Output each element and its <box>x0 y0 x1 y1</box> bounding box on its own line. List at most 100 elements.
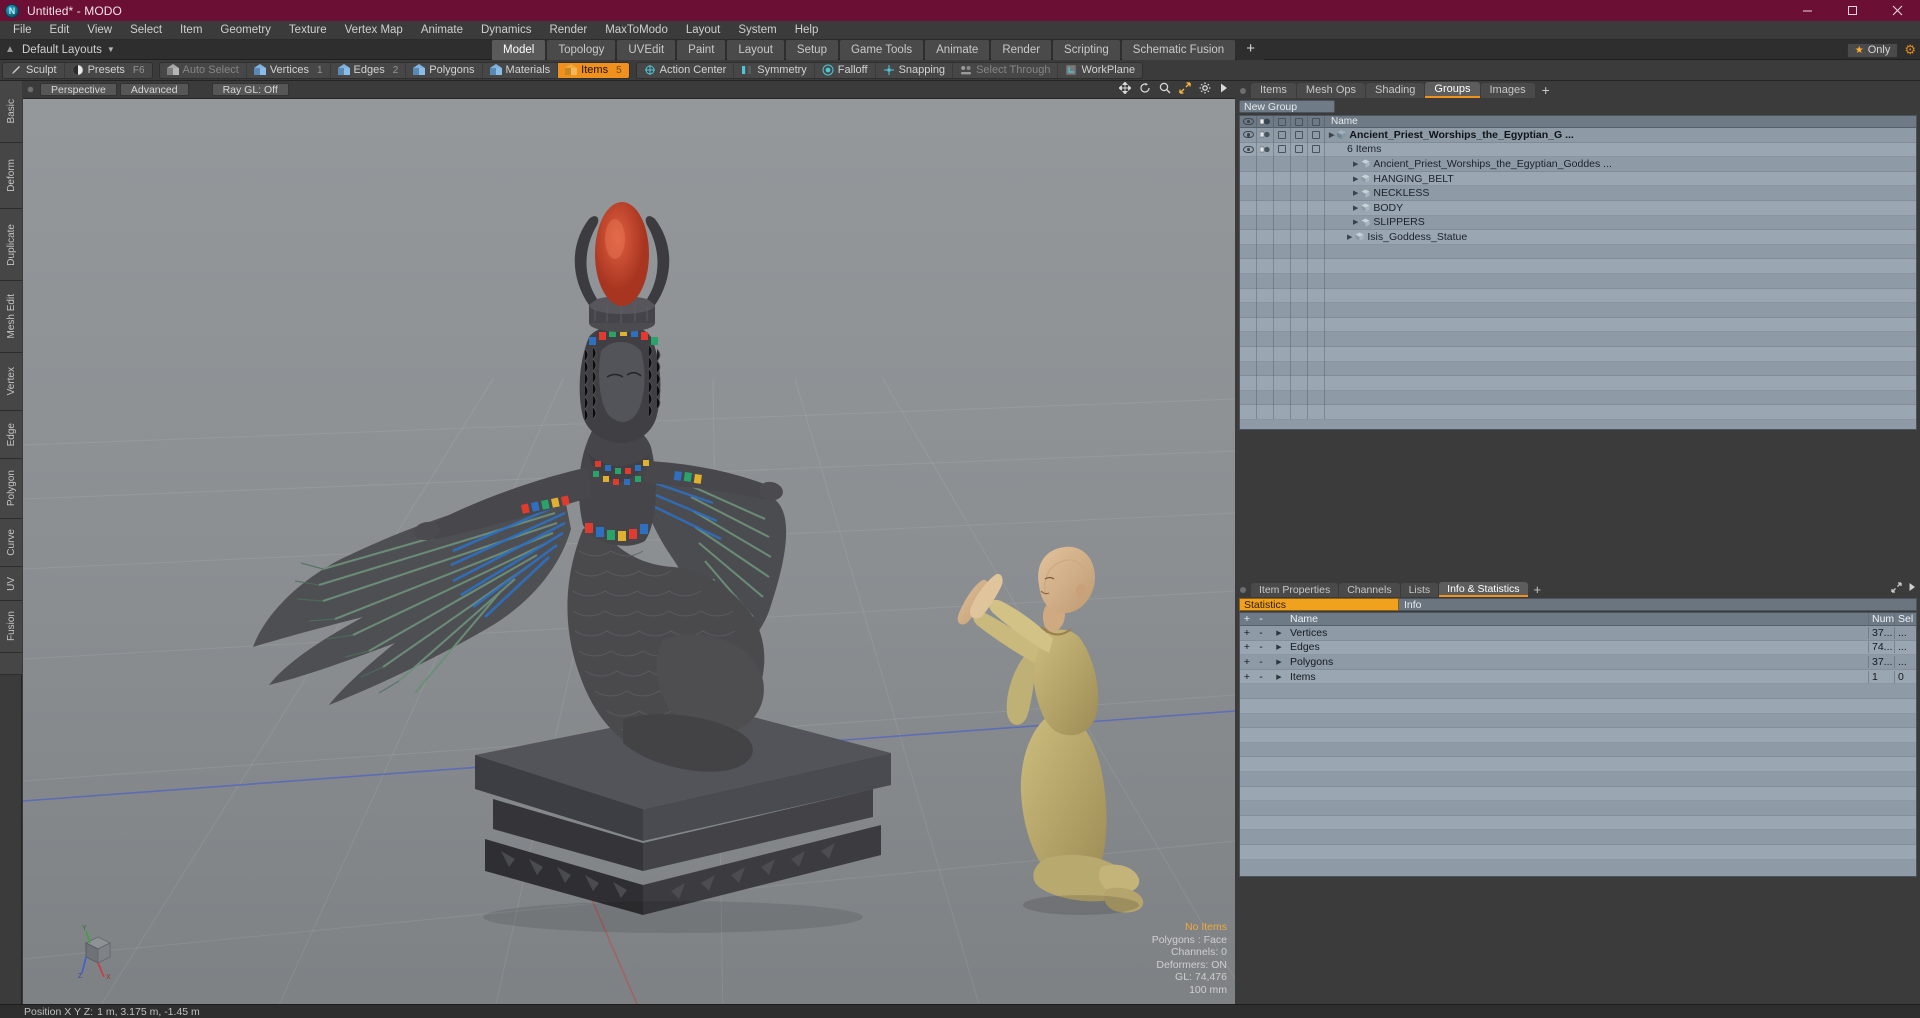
add-tab-button[interactable]: + <box>1237 40 1264 60</box>
row-lock-toggle[interactable] <box>1274 156 1291 172</box>
tab-model[interactable]: Model <box>492 40 546 60</box>
table-row[interactable]: + - ▶ Polygons 37... ... <box>1240 655 1916 670</box>
groups-tree[interactable]: Name ▶ Ancient_Priest_Worships_the_Egypt… <box>1239 115 1917 430</box>
table-row-empty[interactable] <box>1240 390 1916 406</box>
tab-uvedit[interactable]: UVEdit <box>617 40 676 60</box>
gear-icon[interactable] <box>1199 82 1211 97</box>
symmetry-button[interactable]: Symmetry <box>734 62 815 78</box>
viewport-3d[interactable]: Perspective Advanced Ray GL: Off Y X Z N… <box>23 81 1235 1018</box>
sidebar-item-more[interactable] <box>0 653 22 675</box>
tab-lists[interactable]: Lists <box>1400 583 1439 597</box>
row-visibility-toggle[interactable] <box>1240 200 1257 216</box>
expand-icon[interactable] <box>1891 582 1902 596</box>
gear-icon[interactable]: ⚙ <box>1904 42 1916 58</box>
sidebar-item-uv[interactable]: UV <box>0 567 22 601</box>
statistics-tab[interactable]: Statistics <box>1239 598 1399 611</box>
table-row-empty[interactable] <box>1240 698 1916 714</box>
sidebar-item-vertex[interactable]: Vertex <box>0 353 22 411</box>
chevron-right-icon[interactable]: ▶ <box>1268 629 1290 637</box>
menu-file[interactable]: File <box>4 21 41 40</box>
table-row-empty[interactable] <box>1240 404 1916 420</box>
chevron-right-icon[interactable]: ▶ <box>1347 233 1352 241</box>
row-visibility-toggle[interactable] <box>1240 142 1257 157</box>
viewport-dot-icon[interactable] <box>27 86 34 93</box>
chevron-right-icon[interactable]: ▶ <box>1353 218 1358 226</box>
menu-help[interactable]: Help <box>786 21 828 40</box>
viewport-raygl-button[interactable]: Ray GL: Off <box>211 83 289 96</box>
row-select-toggle[interactable] <box>1308 215 1325 230</box>
table-row-empty[interactable] <box>1240 346 1916 362</box>
chevron-right-icon[interactable]: ▶ <box>1329 131 1334 139</box>
row-shade-toggle[interactable] <box>1291 229 1308 245</box>
play-icon[interactable] <box>1908 582 1916 596</box>
new-group-button[interactable]: New Group <box>1239 100 1335 113</box>
tab-images[interactable]: Images <box>1480 83 1535 98</box>
select-through-button[interactable]: Select Through <box>953 62 1059 78</box>
table-row[interactable]: ▶ Ancient_Priest_Worships_the_Egyptian_G… <box>1240 127 1916 143</box>
row-shade-toggle[interactable] <box>1291 142 1308 157</box>
menu-item[interactable]: Item <box>171 21 211 40</box>
table-row[interactable]: ▶ Ancient_Priest_Worships_the_Egyptian_G… <box>1240 156 1916 172</box>
table-row[interactable]: 6 Items <box>1240 142 1916 158</box>
table-row[interactable]: ▶ SLIPPERS <box>1240 215 1916 231</box>
viewport-perspective-button[interactable]: Perspective <box>40 83 117 96</box>
default-layouts-label[interactable]: Default Layouts <box>20 44 102 56</box>
tab-render[interactable]: Render <box>991 40 1052 60</box>
tab-scripting[interactable]: Scripting <box>1053 40 1120 60</box>
row-select-toggle[interactable] <box>1308 229 1325 245</box>
fit-icon[interactable] <box>1179 82 1191 97</box>
row-shade-toggle[interactable] <box>1291 127 1308 143</box>
maximize-icon[interactable] <box>1830 0 1875 21</box>
table-row-empty[interactable] <box>1240 757 1916 772</box>
tab-topology[interactable]: Topology <box>547 40 616 60</box>
chevron-right-icon[interactable]: ▶ <box>1353 175 1358 183</box>
table-row-empty[interactable] <box>1240 801 1916 816</box>
row-render-toggle[interactable] <box>1257 200 1274 216</box>
tab-channels[interactable]: Channels <box>1339 583 1400 597</box>
workplane-button[interactable]: WorkPlane <box>1058 63 1142 78</box>
tab-item-properties[interactable]: Item Properties <box>1251 583 1339 597</box>
viewport-advanced-button[interactable]: Advanced <box>119 83 189 96</box>
table-row-empty[interactable] <box>1240 728 1916 743</box>
sidebar-item-edge[interactable]: Edge <box>0 411 22 459</box>
table-row[interactable]: + - ▶ Items 1 0 <box>1240 669 1916 685</box>
table-row-empty[interactable] <box>1240 244 1916 260</box>
auto-select-button[interactable]: Auto Select <box>160 62 247 78</box>
row-remove-button[interactable]: - <box>1254 627 1268 639</box>
table-row[interactable]: ▶ Isis_Goddess_Statue <box>1240 229 1916 245</box>
panel-dot-icon[interactable] <box>1240 587 1246 593</box>
falloff-button[interactable]: Falloff <box>815 62 876 78</box>
sculpt-button[interactable]: Sculpt <box>3 62 65 78</box>
row-select-toggle[interactable] <box>1308 171 1325 186</box>
row-render-toggle[interactable] <box>1257 171 1274 186</box>
row-visibility-toggle[interactable] <box>1240 215 1257 230</box>
row-lock-toggle[interactable] <box>1274 142 1291 157</box>
table-row-empty[interactable] <box>1240 302 1916 318</box>
menu-maxtomodo[interactable]: MaxToModo <box>596 21 677 40</box>
chevron-right-icon[interactable]: ▶ <box>1268 658 1290 666</box>
row-visibility-toggle[interactable] <box>1240 156 1257 172</box>
items-button[interactable]: Items 5 <box>558 62 629 78</box>
table-row-empty[interactable] <box>1240 273 1916 289</box>
row-remove-button[interactable]: - <box>1254 641 1268 653</box>
tab-shading[interactable]: Shading <box>1366 83 1425 98</box>
minimize-icon[interactable] <box>1785 0 1830 21</box>
sidebar-item-deform[interactable]: Deform <box>0 143 22 209</box>
table-row[interactable]: ▶ NECKLESS <box>1240 185 1916 201</box>
sidebar-item-fusion[interactable]: Fusion <box>0 601 22 653</box>
tab-game-tools[interactable]: Game Tools <box>839 40 924 60</box>
tab-paint[interactable]: Paint <box>677 40 726 60</box>
row-select-toggle[interactable] <box>1308 156 1325 172</box>
row-lock-toggle[interactable] <box>1274 127 1291 143</box>
row-visibility-toggle[interactable] <box>1240 229 1257 245</box>
row-shade-toggle[interactable] <box>1291 156 1308 172</box>
row-add-button[interactable]: + <box>1240 641 1254 653</box>
menu-layout[interactable]: Layout <box>677 21 730 40</box>
table-row[interactable]: + - ▶ Vertices 37... ... <box>1240 626 1916 641</box>
table-row-empty[interactable] <box>1240 288 1916 304</box>
row-add-button[interactable]: + <box>1240 627 1254 639</box>
vertices-button[interactable]: Vertices 1 <box>247 62 331 78</box>
sidebar-item-polygon[interactable]: Polygon <box>0 459 22 519</box>
tab-info-statistics[interactable]: Info & Statistics <box>1439 582 1528 597</box>
table-row-empty[interactable] <box>1240 258 1916 274</box>
